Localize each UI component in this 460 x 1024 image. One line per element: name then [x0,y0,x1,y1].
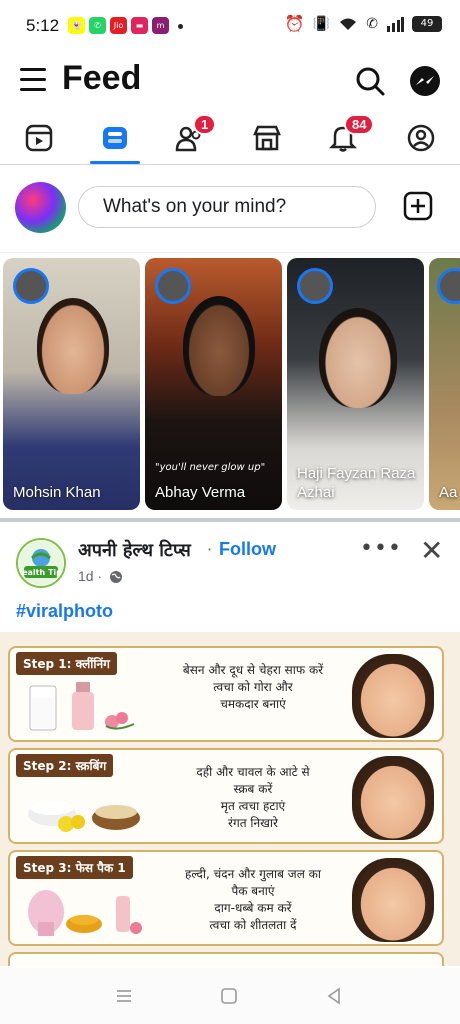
wifi-icon [340,18,357,30]
close-icon[interactable]: ✕ [420,534,443,567]
feed-icon [103,127,127,149]
whats-on-your-mind-input[interactable]: What's on your mind? [78,186,376,228]
page-avatar[interactable]: Health Tips [16,538,66,588]
messenger-icon[interactable] [408,64,442,98]
step-card-partial [8,952,444,966]
post-header: Health Tips अपनी हेल्थ टिप्स · Follow 1d… [0,528,460,600]
step-card: Step 3: फेस पैक 1 हल्दी, चंदन और गुलाब ज… [8,850,444,946]
step-text: दही और चावल के आटे से स्क्रब करें मृत त्… [196,765,310,830]
status-bar: 5:12 👻 ✆ Jio ▬ m ⏰ 📳 ✆ 49 [0,0,460,52]
step-label: Step 1: क्लींनिंग [16,652,117,675]
back-icon[interactable] [322,984,346,1008]
friends-badge: 1 [193,114,217,135]
section-divider [0,518,460,522]
home-icon[interactable] [217,984,241,1008]
vibrate-icon: 📳 [312,15,331,32]
story-photo [37,298,109,394]
status-time: 5:12 [26,16,60,35]
add-photo-icon[interactable] [403,191,433,221]
snapchat-icon: 👻 [68,17,85,34]
post-image[interactable]: Step 1: क्लींनिंग बेसन और दूध से चेहरा स… [0,632,460,966]
step-label: Step 2: स्क्रबिंग [16,754,114,777]
health-tips-logo: Health Tips [18,541,64,585]
page-title: Feed [62,59,142,97]
tab-friends[interactable]: 1 [163,112,217,164]
menu-icon[interactable] [20,68,46,92]
meesho-icon: m [152,17,169,34]
story-avatar [437,268,460,304]
woman-cleansing-image [352,654,434,738]
svg-text:Health Tips: Health Tips [18,568,64,577]
woman-facepack-image [352,858,434,942]
story-name: Aa [439,484,458,501]
story-photo [319,308,397,408]
my-avatar[interactable] [15,182,66,233]
separator-dot: · [207,540,213,559]
notifications-badge: 84 [344,114,375,135]
call-icon: ✆ [366,15,378,32]
story-card[interactable]: Aa [429,258,460,510]
story-card[interactable]: Mohsin Khan [3,258,140,510]
globe-icon [110,571,122,583]
step-label: Step 3: फेस पैक 1 [16,856,133,879]
tab-notifications[interactable]: 84 [316,112,375,164]
step-card: Step 1: क्लींनिंग बेसन और दूध से चेहरा स… [8,646,444,742]
notification-app-icons: 👻 ✆ Jio ▬ m [68,17,169,34]
step-text: हल्दी, चंदन और गुलाब जल का पैक बनाएं दाग… [185,867,321,932]
story-avatar [297,268,333,304]
stories-row: Mohsin Khan "you'll never glow up" Abhay… [0,258,460,514]
more-notifications-dot [178,24,183,29]
system-nav-bar [0,968,460,1024]
story-avatar [155,268,191,304]
search-icon[interactable] [353,64,387,98]
whatsapp-icon: ✆ [89,17,106,34]
story-photo [183,296,255,396]
turmeric-steamer-image [28,890,142,936]
page-name[interactable]: अपनी हेल्थ टिप्स [78,538,191,562]
story-avatar [13,268,49,304]
battery-icon: 49 [412,15,442,32]
recent-apps-icon[interactable] [112,984,136,1008]
story-name: Haji Fayzan Raza Azhai [297,465,416,501]
alarm-icon: ⏰ [284,14,305,33]
tab-marketplace[interactable] [240,112,294,164]
story-name: Abhay Verma [155,484,246,501]
tab-video[interactable] [12,112,66,164]
jio-icon: Jio [110,17,127,34]
story-caption: "you'll never glow up" [155,462,266,473]
app-header: Feed [0,54,460,110]
step-card: Step 2: स्क्रबिंग दही और चावल के आटे से … [8,748,444,844]
yogurt-lemon-image [28,801,140,832]
marketplace-icon [253,125,281,151]
step-text: बेसन और दूध से चेहरा साफ करें त्वचा को ग… [182,663,324,711]
story-name: Mohsin Khan [13,484,101,501]
video-icon [25,124,53,152]
red-app-icon: ▬ [131,17,148,34]
tab-profile[interactable] [394,112,448,164]
profile-icon [407,124,435,152]
post-composer: What's on your mind? [0,168,460,253]
more-options-icon[interactable]: ••• [360,536,402,561]
nav-tabs: 1 84 [0,112,460,165]
tab-feed[interactable] [88,112,142,164]
post-time: 1d · [78,568,103,584]
system-icons: ⏰ 📳 ✆ 49 [285,14,442,33]
story-card[interactable]: Haji Fayzan Raza Azhai [287,258,424,510]
post-hashtag[interactable]: #viralphoto [16,601,113,622]
milk-bottle-image [29,682,135,731]
story-card[interactable]: "you'll never glow up" Abhay Verma [145,258,282,510]
woman-scrubbing-image [352,756,434,840]
follow-button[interactable]: Follow [219,539,276,560]
signal-icon [387,16,404,32]
